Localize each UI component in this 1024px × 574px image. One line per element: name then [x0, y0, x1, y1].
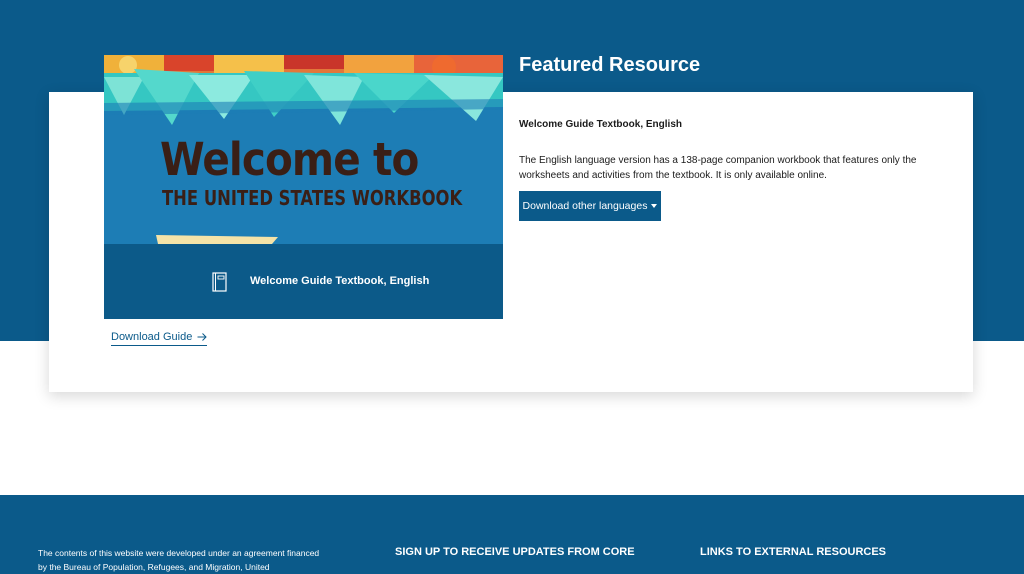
footer-signup-heading: SIGN UP TO RECEIVE UPDATES FROM CORE [395, 546, 635, 558]
caret-down-icon [651, 204, 658, 208]
download-guide-link[interactable]: Download Guide [111, 331, 208, 346]
footer-links-heading: LINKS TO EXTERNAL RESOURCES [700, 546, 887, 558]
download-other-languages-button[interactable]: Download other languages [519, 191, 661, 221]
languages-button-label: Download other languages [522, 200, 648, 212]
download-guide-label: Download Guide [111, 331, 193, 343]
resource-title: Welcome Guide Textbook, English [519, 119, 682, 130]
resource-description: The English language version has a 138-p… [519, 155, 917, 181]
arrow-right-icon [197, 332, 208, 342]
cover-title-line1: Welcome to [160, 133, 419, 186]
section-heading: Featured Resource [519, 54, 701, 76]
footer: The contents of this website were develo… [0, 495, 1024, 574]
cover-title-line2: THE UNITED STATES WORKBOOK [162, 186, 463, 210]
cover-caption-bar: Welcome Guide Textbook, English [104, 244, 503, 319]
cover-image: Welcome to THE UNITED STATES WORKBOOK We… [104, 55, 503, 319]
footer-funding-text: The contents of this website were develo… [38, 548, 320, 572]
cover-caption: Welcome Guide Textbook, English [250, 275, 430, 287]
